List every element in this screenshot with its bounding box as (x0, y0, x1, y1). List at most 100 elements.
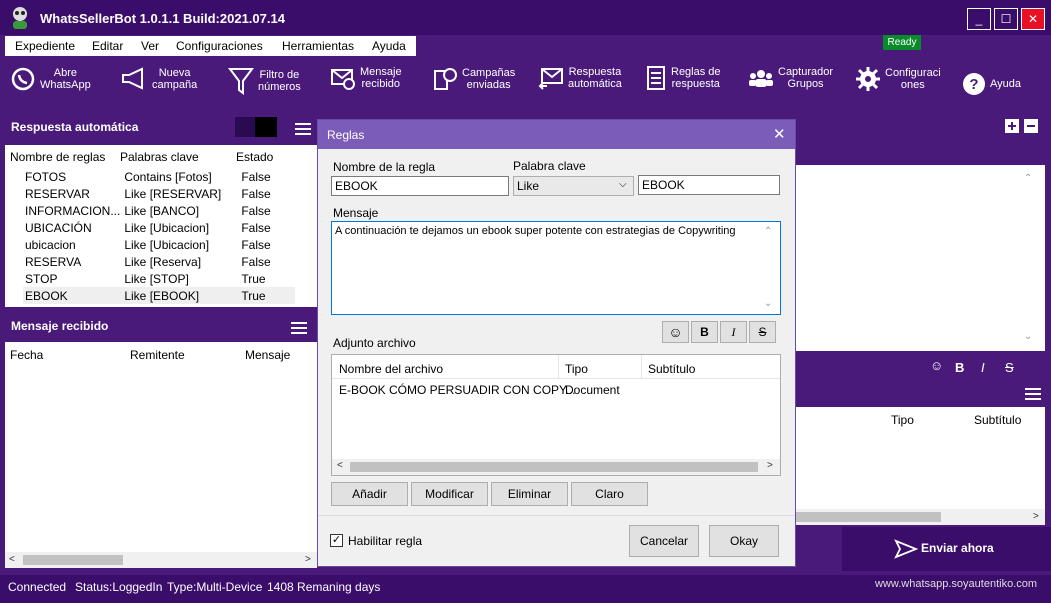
add-icon[interactable] (1005, 119, 1019, 133)
whatsapp-icon (11, 67, 35, 91)
attach-scroll-left-icon[interactable]: < (337, 460, 343, 471)
toolbar-number-filter[interactable]: Filtro de números (228, 66, 301, 96)
rule-row[interactable]: STOP Like [STOP] True (23, 270, 295, 287)
right-col-subtitle[interactable]: Subtítulo (974, 413, 1021, 427)
rule-name-cell: FOTOS (25, 169, 67, 184)
rule-row[interactable]: EBOOK Like [EBOOK] True (23, 287, 296, 304)
rule-keyword-cell: Like [EBOOK] (124, 288, 200, 303)
maximize-button[interactable]: ☐ (994, 8, 1018, 30)
close-button[interactable]: ✕ (1021, 8, 1045, 30)
dialog-close-icon[interactable]: ✕ (773, 125, 786, 143)
clear-button[interactable]: Claro (571, 482, 648, 506)
rule-name-label: Nombre de la regla (333, 160, 436, 174)
svg-text:?: ? (969, 76, 978, 93)
rule-row[interactable]: FOTOS Contains [Fotos] False (23, 168, 295, 185)
toolbar-settings[interactable]: Configuraci ones (855, 66, 941, 92)
toolbar-group-capture[interactable]: Capturador Grupos (748, 66, 833, 90)
attach-col-filename[interactable]: Nombre del archivo (339, 362, 443, 376)
menu-editar[interactable]: Editar (92, 39, 123, 53)
delete-attachment-button[interactable]: Eliminar (491, 482, 568, 506)
attach-row-filename[interactable]: E-BOOK CÓMO PERSUADIR CON COPY... (339, 383, 575, 397)
menu-bar: Expediente Editar Ver Configuraciones He… (5, 36, 416, 56)
color-swatch-black[interactable] (255, 117, 277, 137)
rule-name-cell: RESERVA (25, 254, 82, 269)
attach-hscroll[interactable]: < > (332, 459, 780, 475)
right-attach-menu-icon[interactable] (1025, 388, 1041, 400)
rule-row[interactable]: RESERVAR Like [RESERVAR] False (23, 185, 295, 202)
right-bold-button[interactable]: B (955, 360, 964, 375)
color-swatch-dark[interactable] (235, 117, 255, 137)
message-textarea[interactable]: A continuación te dejamos un ebook super… (331, 221, 781, 315)
toolbar-help[interactable]: ? Ayuda (962, 72, 1021, 96)
gear-icon (856, 67, 880, 91)
rule-name-cell: RESERVAR (25, 186, 90, 201)
envelope-check-icon (331, 69, 355, 90)
toolbar-auto-reply[interactable]: Respuesta automática (538, 66, 622, 90)
rule-name-cell: STOP (25, 271, 58, 286)
strike-button[interactable]: S (749, 321, 776, 343)
right-italic-button[interactable]: I (981, 360, 985, 375)
title-bar: WhatsSellerBot 1.0.1.1 Build:2021.07.14 … (0, 0, 1051, 35)
toolbar-open-whatsapp[interactable]: Abre WhatsApp (10, 66, 91, 92)
col-date[interactable]: Fecha (10, 348, 43, 362)
match-type-select[interactable]: Like ⌵ (513, 176, 634, 196)
col-keywords[interactable]: Palabras clave (120, 150, 199, 164)
toolbar-reply-rules[interactable]: Reglas de respuesta (645, 64, 721, 92)
rule-row[interactable]: RESERVA Like [Reserva] False (23, 253, 295, 270)
attach-col-subtitle[interactable]: Subtítulo (648, 362, 695, 376)
modify-attachment-button[interactable]: Modificar (411, 482, 488, 506)
rule-status-cell: True (241, 271, 266, 286)
col-rule-name[interactable]: Nombre de reglas (10, 150, 105, 164)
dialog-title: Reglas (327, 128, 365, 142)
okay-button[interactable]: Okay (709, 525, 779, 557)
rule-status-cell: False (241, 169, 271, 184)
right-emoji-button[interactable]: ☺ (930, 358, 943, 373)
attach-scroll-thumb[interactable] (350, 462, 758, 472)
col-sender[interactable]: Remitente (130, 348, 185, 362)
menu-ayuda[interactable]: Ayuda (372, 39, 406, 53)
toolbar-received-messages[interactable]: Mensaje recibido (330, 66, 402, 90)
right-col-type[interactable]: Tipo (891, 413, 914, 427)
menu-expediente[interactable]: Expediente (15, 39, 75, 53)
received-menu-icon[interactable] (291, 322, 307, 334)
toolbar-sent-campaigns[interactable]: Campañas enviadas (432, 66, 515, 92)
send-now-button[interactable]: Enviar ahora (842, 527, 1051, 571)
right-hscroll[interactable]: > (796, 509, 1045, 525)
italic-button[interactable]: I (720, 321, 747, 343)
scroll-thumb[interactable] (23, 555, 123, 565)
rule-row[interactable]: ubicacion Like [Ubicacion] False (23, 236, 295, 253)
menu-configuraciones[interactable]: Configuraciones (176, 39, 263, 53)
rule-row[interactable]: UBICACIÓN Like [Ubicacion] False (23, 219, 295, 236)
right-strike-button[interactable]: S (1005, 360, 1014, 375)
enable-rule-checkbox[interactable]: ✓ (330, 534, 343, 547)
rules-table: FOTOS Contains [Fotos] False RESERVAR Like [… (23, 168, 296, 304)
cancel-button[interactable]: Cancelar (629, 525, 699, 557)
emoji-button[interactable]: ☺ (662, 321, 689, 343)
col-message[interactable]: Mensaje (245, 348, 290, 362)
rule-name-input[interactable]: EBOOK (331, 176, 509, 196)
remove-icon[interactable] (1024, 119, 1038, 133)
minimize-button[interactable]: _ (967, 8, 991, 30)
auto-reply-menu-icon[interactable] (295, 123, 311, 135)
received-hscroll[interactable]: < > (5, 552, 317, 568)
col-status[interactable]: Estado (236, 150, 273, 164)
status-login: Status:LoggedIn (75, 580, 163, 594)
window-title: WhatsSellerBot 1.0.1.1 Build:2021.07.14 (40, 11, 285, 26)
menu-ver[interactable]: Ver (141, 39, 159, 53)
attach-col-type[interactable]: Tipo (565, 362, 588, 376)
rule-row[interactable]: INFORMACION... Like [BANCO] False (23, 202, 295, 219)
attach-row-type[interactable]: Document (565, 383, 620, 397)
scroll-left-icon[interactable]: < (9, 554, 15, 565)
menu-herramientas[interactable]: Herramientas (282, 39, 354, 53)
rules-icon (647, 66, 665, 90)
right-message-area[interactable]: ⌃ ⌄ (796, 165, 1045, 351)
rule-status-cell: False (241, 186, 271, 201)
scroll-right-icon[interactable]: > (305, 554, 311, 565)
toolbar-new-campaign[interactable]: Nueva campaña (120, 66, 197, 92)
attach-scroll-right-icon[interactable]: > (767, 460, 773, 471)
add-attachment-button[interactable]: Añadir (331, 482, 408, 506)
enable-rule-label: Habilitar regla (348, 534, 423, 548)
keyword-input[interactable]: EBOOK (638, 175, 780, 195)
bold-button[interactable]: B (691, 321, 718, 343)
dialog-header: Reglas ✕ (318, 120, 795, 149)
